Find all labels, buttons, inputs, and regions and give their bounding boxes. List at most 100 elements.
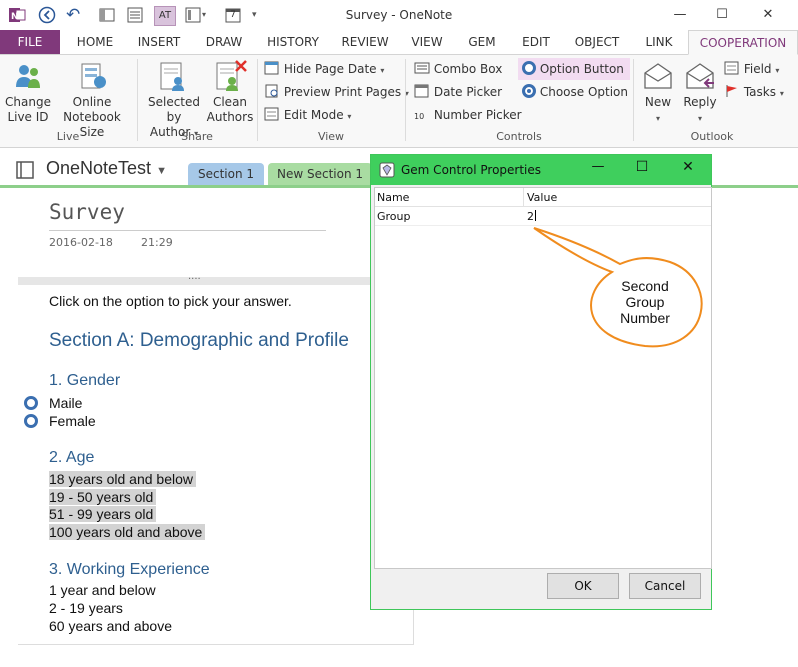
column-header-value[interactable]: Value: [527, 191, 557, 204]
tab-draw[interactable]: DRAW: [196, 30, 252, 54]
tab-home[interactable]: HOME: [66, 30, 124, 54]
callout-line-2: Group: [625, 294, 665, 310]
tab-gem[interactable]: GEM: [458, 30, 506, 54]
q3-option-3[interactable]: 60 years and above: [49, 617, 172, 635]
number-picker-label: Number Picker: [433, 108, 522, 122]
calendar-icon: [264, 61, 279, 75]
q2-option-1[interactable]: 18 years old and below: [49, 470, 196, 488]
combo-box-label: Combo Box: [433, 62, 503, 76]
field-icon: [724, 61, 739, 75]
notebook-name[interactable]: OneNoteTest ▼: [46, 158, 167, 179]
tab-link[interactable]: LINK: [634, 30, 684, 54]
tab-new-section-1[interactable]: New Section 1: [268, 163, 372, 185]
q1-option-2[interactable]: Female: [49, 412, 96, 430]
dialog-close-button[interactable]: ✕: [675, 159, 701, 175]
dialog-minimize-button[interactable]: —: [585, 159, 611, 174]
page-title[interactable]: Survey: [49, 200, 125, 224]
chevron-down-icon: ▾: [779, 89, 784, 98]
separator: [137, 59, 138, 141]
tab-review[interactable]: REVIEW: [334, 30, 396, 54]
q2-option-2[interactable]: 19 - 50 years old: [49, 488, 157, 506]
selected-by-author-label-1: Selected by: [147, 95, 201, 124]
preview-print-pages-label: Preview Print Pages: [283, 85, 402, 99]
close-button[interactable]: ✕: [752, 4, 784, 26]
notebook-icon: [16, 161, 34, 179]
section-heading[interactable]: Section A: Demographic and Profile: [49, 330, 349, 352]
print-preview-icon: [265, 84, 278, 98]
choose-option-button[interactable]: Choose Option: [522, 84, 628, 100]
radio-option-icon: [522, 61, 536, 75]
edit-mode-label: Edit Mode: [283, 108, 344, 122]
edit-mode-button[interactable]: Edit Mode ▾: [264, 107, 351, 125]
tab-file[interactable]: FILE: [0, 30, 60, 54]
clean-authors-icon: [216, 60, 247, 91]
instruction-text[interactable]: Click on the option to pick your answer.: [49, 292, 292, 310]
option-button-button[interactable]: Option Button: [518, 58, 630, 80]
ok-button[interactable]: OK: [547, 573, 619, 599]
q3-heading[interactable]: 3. Working Experience: [49, 561, 210, 579]
radio-option-icon[interactable]: [24, 396, 38, 410]
radio-option-icon[interactable]: [24, 414, 38, 428]
q2-option-3[interactable]: 51 - 99 years old: [49, 505, 157, 523]
change-live-id-button[interactable]: Change Live ID: [2, 95, 54, 125]
callout-line-3: Number: [620, 310, 670, 326]
edit-mode-icon: [264, 107, 279, 121]
dialog-maximize-button[interactable]: ☐: [629, 159, 655, 175]
flag-icon: [726, 85, 737, 97]
reply-email-icon: [686, 63, 714, 89]
q3-option-2[interactable]: 2 - 19 years: [49, 599, 123, 617]
q1-heading[interactable]: 1. Gender: [49, 372, 120, 390]
minimize-button[interactable]: —: [664, 4, 696, 26]
combo-box-button[interactable]: Combo Box: [414, 61, 502, 77]
field-label: Field: [743, 62, 772, 76]
tab-insert[interactable]: INSERT: [128, 30, 190, 54]
dialog-title-bar[interactable]: Gem Control Properties — ☐ ✕: [371, 155, 711, 185]
selected-by-author-icon: [160, 62, 184, 91]
chevron-down-icon: ▾: [775, 66, 780, 75]
column-header-name[interactable]: Name: [377, 191, 409, 204]
date-picker-button[interactable]: Date Picker: [414, 84, 502, 100]
option-button-label: Option Button: [539, 62, 624, 76]
tab-cooperation[interactable]: COOPERATION: [688, 30, 798, 55]
q2-option-4[interactable]: 100 years old and above: [49, 523, 206, 541]
share-group-label: Share: [181, 130, 213, 143]
note-container-handle[interactable]: ....: [18, 271, 370, 285]
ribbon-tabs: FILE HOME INSERT DRAW HISTORY REVIEW VIE…: [0, 30, 798, 55]
ribbon: Change Live ID Online Notebook Size Live…: [0, 55, 798, 148]
new-button[interactable]: New ▾: [640, 95, 676, 126]
gem-icon: [379, 162, 395, 178]
reply-button[interactable]: Reply ▾: [680, 95, 720, 126]
separator: [257, 59, 258, 141]
notebook-name-label: OneNoteTest: [46, 158, 152, 178]
tasks-button[interactable]: Tasks ▾: [724, 84, 784, 102]
field-button[interactable]: Field ▾: [724, 61, 779, 79]
tab-edit[interactable]: EDIT: [512, 30, 560, 54]
column-divider: [523, 188, 524, 206]
tab-view[interactable]: VIEW: [402, 30, 452, 54]
cancel-button[interactable]: Cancel: [629, 573, 701, 599]
q2-option-1-text: 18 years old and below: [49, 471, 196, 487]
number-picker-button[interactable]: 10 Number Picker: [414, 107, 522, 123]
preview-print-pages-button[interactable]: Preview Print Pages ▾: [264, 84, 409, 102]
hide-page-date-button[interactable]: Hide Page Date ▾: [264, 61, 384, 79]
chevron-down-icon: ▾: [655, 114, 660, 123]
q1-option-1[interactable]: Maile: [49, 394, 82, 412]
tab-object[interactable]: OBJECT: [566, 30, 628, 54]
chevron-down-icon: ▾: [697, 114, 702, 123]
q2-heading[interactable]: 2. Age: [49, 449, 94, 467]
maximize-button[interactable]: ☐: [706, 4, 738, 26]
hide-page-date-label: Hide Page Date: [283, 62, 377, 76]
online-notebook-size-icon: [81, 63, 106, 89]
clean-authors-button[interactable]: Clean Authors: [206, 95, 254, 125]
page-canvas[interactable]: Survey 2016-02-18 21:29 .... Click on th…: [18, 188, 414, 645]
reply-label: Reply: [683, 95, 717, 109]
q3-option-1[interactable]: 1 year and below: [49, 581, 156, 599]
combo-box-icon: [414, 62, 430, 74]
tab-history[interactable]: HISTORY: [258, 30, 328, 54]
property-name-group: Group: [377, 210, 411, 223]
new-email-icon: [644, 63, 672, 89]
date-picker-icon: [414, 84, 429, 98]
choose-option-label: Choose Option: [539, 85, 628, 99]
tab-section-1[interactable]: Section 1: [188, 163, 264, 185]
chevron-down-icon: ▾: [347, 112, 352, 121]
